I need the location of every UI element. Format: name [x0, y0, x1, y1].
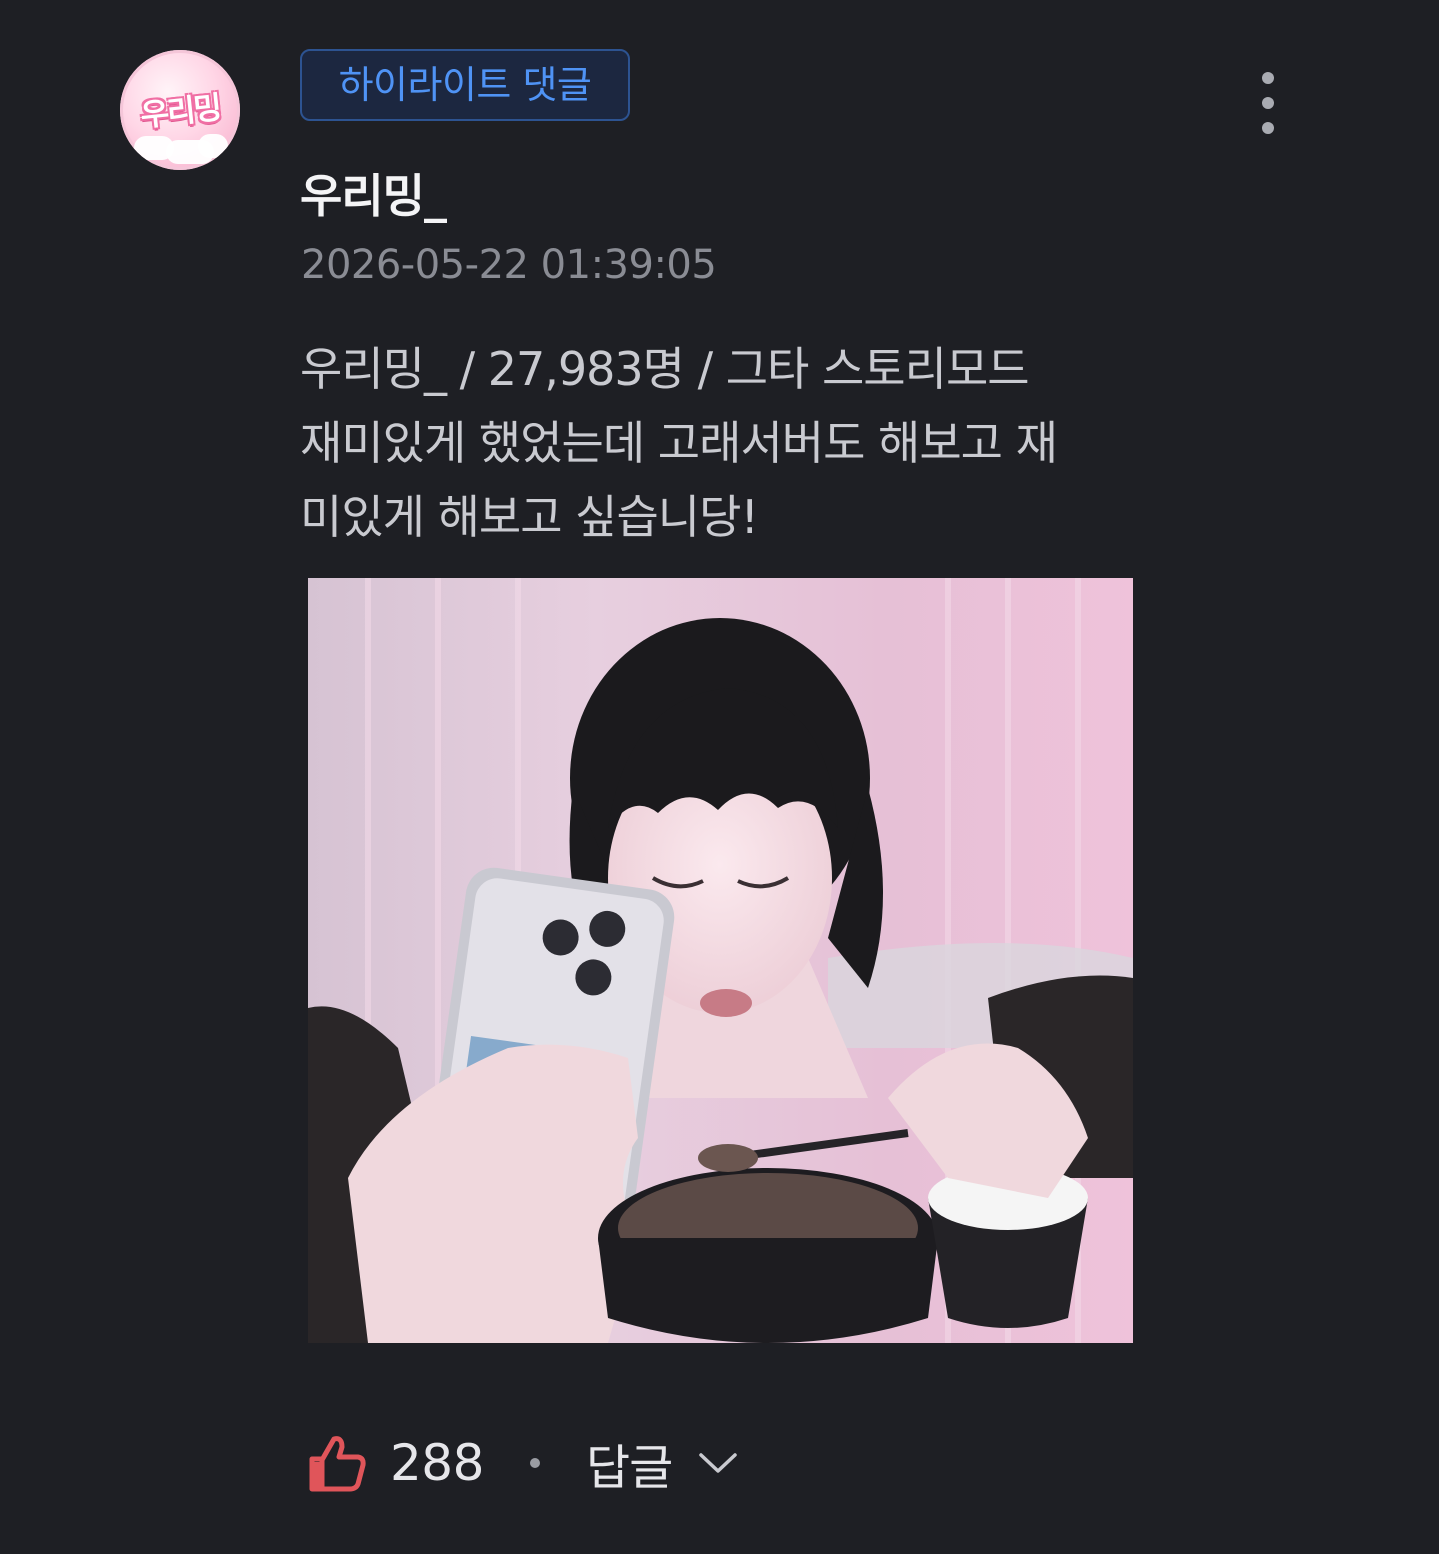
author-name[interactable]: 우리밍_ [300, 160, 447, 226]
separator-dot [529, 1458, 540, 1468]
like-count: 288 [390, 1434, 484, 1492]
avatar-cloud-decoration [198, 134, 228, 158]
like-button[interactable]: 288 [308, 1433, 484, 1493]
avatar[interactable]: 우리밍 [120, 50, 240, 170]
comment-actions: 288 답글 [308, 1428, 738, 1498]
comment-body-line: 우리밍_ / 27,983명 / 그타 스토리모드 [300, 342, 1030, 396]
avatar-logo-text: 우리밍 [138, 89, 222, 135]
reply-label: 답글 [585, 1440, 673, 1496]
vertical-dots-icon [1262, 72, 1274, 84]
reply-toggle-button[interactable]: 답글 [586, 1428, 738, 1498]
attached-image[interactable] [308, 578, 1133, 1343]
comment-body-line: 미있게 해보고 싶습니당! [300, 490, 759, 544]
attached-image-illustration [308, 578, 1133, 1343]
highlight-comment-badge: 하이라이트 댓글 [300, 49, 630, 121]
vertical-dots-icon [1262, 97, 1274, 109]
comment-body: 우리밍_ / 27,983명 / 그타 스토리모드 재미있게 했었는데 고래서버… [300, 332, 1140, 554]
thumbs-up-icon [309, 1436, 366, 1492]
chevron-down-icon [699, 1453, 738, 1473]
comment-body-line: 재미있게 했었는데 고래서버도 해보고 재 [300, 416, 1058, 470]
vertical-dots-icon [1262, 122, 1274, 134]
more-options-button[interactable] [1248, 68, 1288, 138]
comment-timestamp: 2026-05-22 01:39:05 [301, 242, 717, 288]
